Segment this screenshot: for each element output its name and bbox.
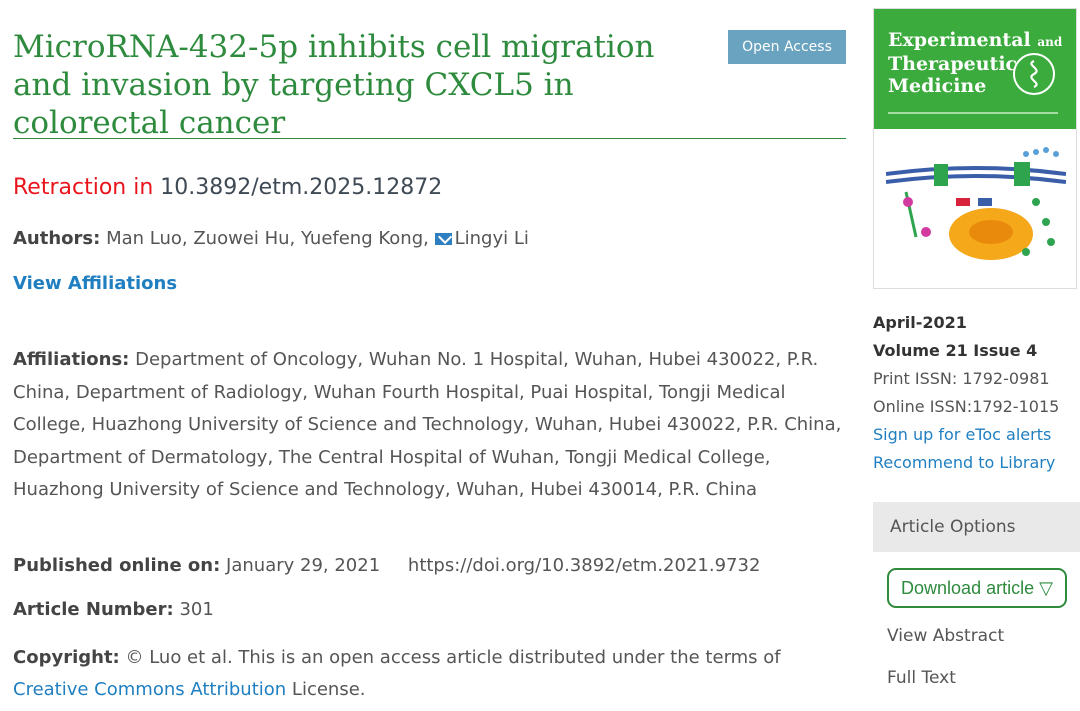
volume-issue: Volume 21 Issue 4 bbox=[873, 341, 1038, 360]
cover-illustration bbox=[886, 147, 1066, 260]
view-abstract-link[interactable]: View Abstract bbox=[887, 626, 1004, 646]
download-article-button[interactable]: Download article ▽ bbox=[887, 568, 1067, 608]
retraction-doi-link[interactable]: 10.3892/etm.2025.12872 bbox=[160, 175, 442, 200]
article-number: 301 bbox=[179, 599, 214, 620]
authors-label: Authors: bbox=[13, 228, 101, 249]
published-label: Published online on: bbox=[13, 555, 221, 576]
license-suffix: License. bbox=[291, 679, 366, 700]
license-link[interactable]: Creative Commons Attribution bbox=[13, 679, 286, 700]
retraction-notice: Retraction in 10.3892/etm.2025.12872 bbox=[13, 174, 442, 202]
email-icon[interactable] bbox=[434, 233, 452, 245]
affiliations-label: Affiliations: bbox=[13, 349, 130, 370]
journal-cover[interactable]: Experimental and Therapeutic Medicine bbox=[873, 8, 1077, 289]
online-issn: Online ISSN:1792-1015 bbox=[873, 397, 1060, 416]
published-date: January 29, 2021 bbox=[226, 555, 381, 576]
affiliations-text: Department of Oncology, Wuhan No. 1 Hosp… bbox=[13, 349, 842, 500]
journal-logo-icon bbox=[1013, 53, 1055, 95]
authors-line: Authors: Man Luo, Zuowei Hu, Yuefeng Kon… bbox=[13, 223, 529, 255]
view-affiliations-link[interactable]: View Affiliations bbox=[13, 273, 177, 294]
corresponding-author[interactable]: Lingyi Li bbox=[455, 228, 529, 249]
affiliations-block: Affiliations: Department of Oncology, Wu… bbox=[13, 344, 848, 507]
article-options-header: Article Options bbox=[873, 502, 1080, 552]
article-title: MicroRNA-432-5p inhibits cell migration … bbox=[13, 29, 655, 141]
copyright-text: © Luo et al. This is an open access arti… bbox=[125, 647, 781, 668]
etoc-alerts-link[interactable]: Sign up for eToc alerts bbox=[873, 425, 1051, 444]
retraction-label: Retraction in bbox=[13, 175, 154, 200]
title-divider bbox=[13, 138, 846, 139]
full-text-link[interactable]: Full Text bbox=[887, 668, 956, 688]
open-access-badge: Open Access bbox=[728, 30, 846, 64]
doi-url[interactable]: https://doi.org/10.3892/etm.2021.9732 bbox=[408, 555, 761, 576]
article-number-line: Article Number: 301 bbox=[13, 594, 214, 626]
view-affiliations-row: View Affiliations bbox=[13, 268, 177, 300]
copyright-block: Copyright: © Luo et al. This is an open … bbox=[13, 642, 848, 706]
print-issn: Print ISSN: 1792-0981 bbox=[873, 369, 1050, 388]
issue-info: April-2021 Volume 21 Issue 4 Print ISSN:… bbox=[873, 309, 1059, 477]
issue-date: April-2021 bbox=[873, 313, 967, 332]
authors-list: Man Luo, Zuowei Hu, Yuefeng Kong, bbox=[106, 228, 429, 249]
recommend-library-link[interactable]: Recommend to Library bbox=[873, 453, 1055, 472]
article-number-label: Article Number: bbox=[13, 599, 174, 620]
cover-subtitle-line bbox=[888, 112, 1058, 114]
copyright-label: Copyright: bbox=[13, 647, 120, 668]
published-line: Published online on: January 29, 2021 ht… bbox=[13, 550, 760, 582]
